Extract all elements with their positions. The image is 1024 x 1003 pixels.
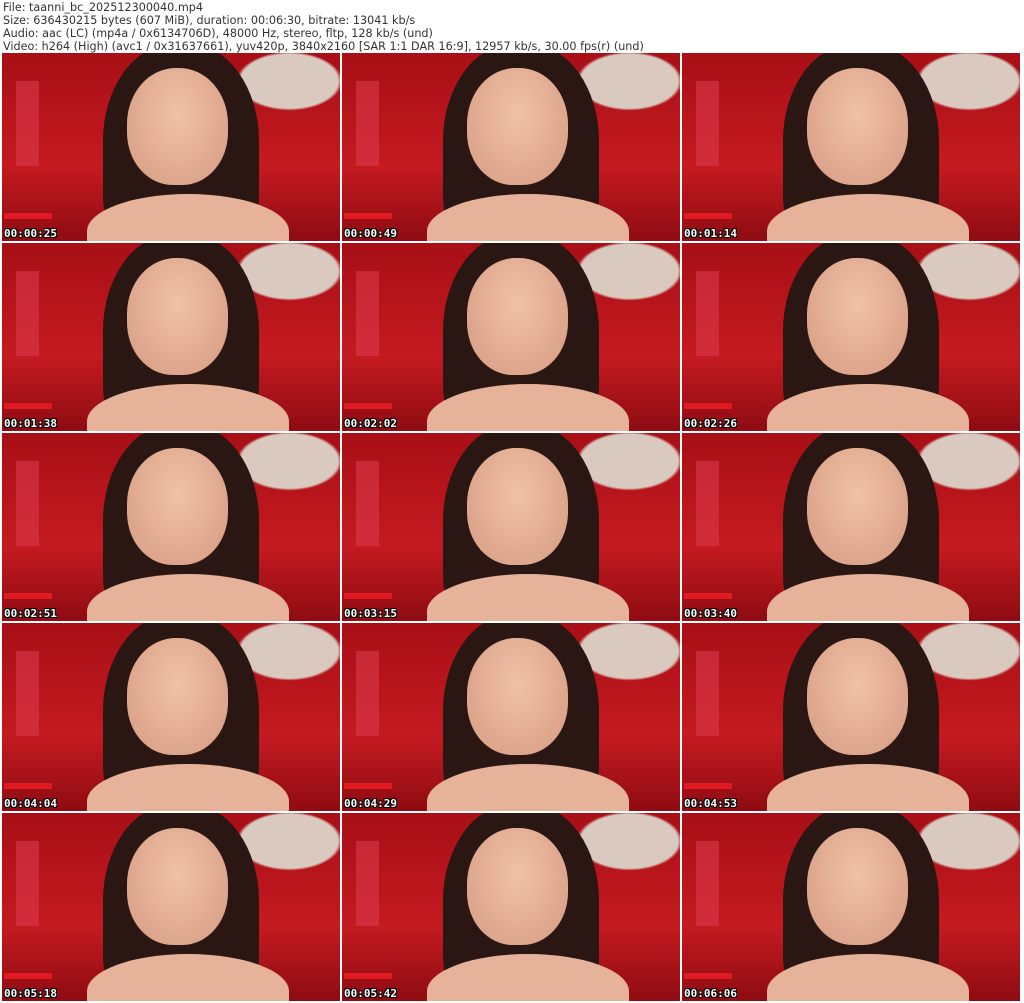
video-thumbnail: 00:02:26 [682,243,1020,431]
timestamp: 00:02:26 [684,417,737,430]
file-info-header: File: taanni_bc_202512300040.mp4 Size: 6… [3,1,644,53]
overlay-panel [15,461,40,546]
video-thumbnail: 00:01:38 [2,243,340,431]
overlay-bar [684,973,732,979]
file-name: File: taanni_bc_202512300040.mp4 [3,1,203,14]
overlay-panel [15,271,40,356]
timestamp: 00:00:49 [344,227,397,240]
timestamp: 00:05:42 [344,987,397,1000]
timestamp: 00:05:18 [4,987,57,1000]
face-shape [807,258,909,375]
overlay-bar [344,213,392,219]
face-shape [127,68,229,185]
overlay-panel [695,461,720,546]
face-shape [807,638,909,755]
overlay-panel [355,461,380,546]
video-thumbnail: 00:06:06 [682,813,1020,1001]
video-thumbnail: 00:02:51 [2,433,340,621]
timestamp: 00:01:38 [4,417,57,430]
face-shape [127,638,229,755]
overlay-bar [344,973,392,979]
audio-info: Audio: aac (LC) (mp4a / 0x6134706D), 480… [3,27,433,40]
video-thumbnail: 00:05:18 [2,813,340,1001]
overlay-bar [4,213,52,219]
file-size-info: Size: 636430215 bytes (607 MiB), duratio… [3,14,416,27]
overlay-bar [684,783,732,789]
video-thumbnail: 00:04:29 [342,623,680,811]
overlay-panel [355,81,380,166]
video-thumbnail: 00:05:42 [342,813,680,1001]
face-shape [467,448,569,565]
video-info: Video: h264 (High) (avc1 / 0x31637661), … [3,40,644,53]
face-shape [807,828,909,945]
overlay-bar [344,783,392,789]
video-thumbnail: 00:04:04 [2,623,340,811]
overlay-panel [355,271,380,356]
video-thumbnail: 00:03:40 [682,433,1020,621]
video-thumbnail: 00:00:25 [2,53,340,241]
face-shape [467,638,569,755]
thumbnail-grid: 00:00:25 00:00:49 00:01:14 00:01:38 00:02:02… [2,53,1020,1001]
overlay-panel [355,841,380,926]
overlay-bar [684,213,732,219]
overlay-panel [15,841,40,926]
video-thumbnail: 00:03:15 [342,433,680,621]
overlay-panel [695,841,720,926]
timestamp: 00:04:04 [4,797,57,810]
timestamp: 00:02:02 [344,417,397,430]
face-shape [127,448,229,565]
face-shape [467,828,569,945]
video-thumbnail: 00:04:53 [682,623,1020,811]
overlay-bar [4,593,52,599]
face-shape [127,258,229,375]
overlay-bar [4,973,52,979]
overlay-bar [344,403,392,409]
face-shape [807,68,909,185]
timestamp: 00:06:06 [684,987,737,1000]
timestamp: 00:03:40 [684,607,737,620]
face-shape [807,448,909,565]
overlay-panel [695,81,720,166]
overlay-panel [355,651,380,736]
overlay-bar [344,593,392,599]
overlay-bar [684,403,732,409]
face-shape [467,258,569,375]
timestamp: 00:02:51 [4,607,57,620]
overlay-bar [684,593,732,599]
timestamp: 00:01:14 [684,227,737,240]
timestamp: 00:04:29 [344,797,397,810]
video-thumbnail: 00:02:02 [342,243,680,431]
timestamp: 00:00:25 [4,227,57,240]
face-shape [467,68,569,185]
face-shape [127,828,229,945]
timestamp: 00:04:53 [684,797,737,810]
timestamp: 00:03:15 [344,607,397,620]
overlay-panel [15,81,40,166]
video-thumbnail: 00:01:14 [682,53,1020,241]
overlay-bar [4,783,52,789]
overlay-panel [15,651,40,736]
overlay-panel [695,271,720,356]
overlay-panel [695,651,720,736]
overlay-bar [4,403,52,409]
video-thumbnail: 00:00:49 [342,53,680,241]
